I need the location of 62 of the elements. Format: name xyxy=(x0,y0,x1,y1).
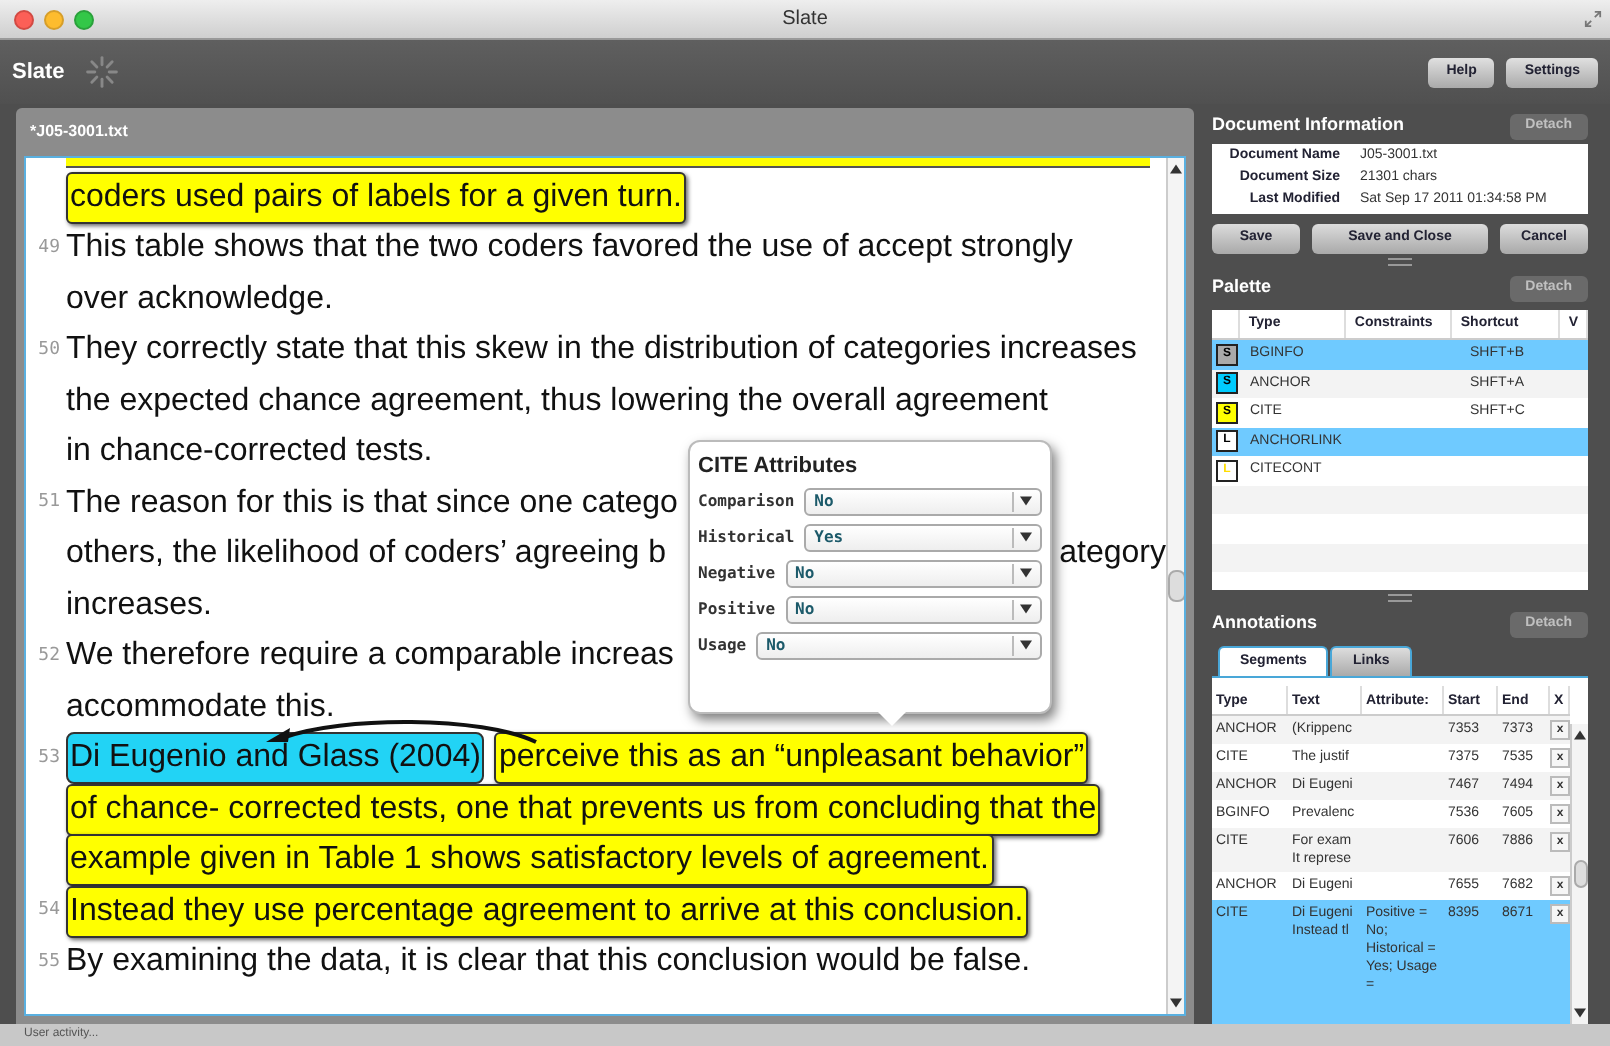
minimize-button[interactable] xyxy=(44,10,64,30)
fullscreen-icon[interactable] xyxy=(1584,10,1602,28)
text-line: ategory xyxy=(1059,534,1166,575)
line-number: 52 xyxy=(38,643,60,669)
caret-icon xyxy=(1574,1008,1586,1018)
popup-title: CITE Attributes xyxy=(698,452,860,482)
splitter-handle[interactable] xyxy=(1388,258,1412,266)
document-tab-title: *J05-3001.txt xyxy=(30,120,128,144)
text-line: By examining the data, it is clear that this conclusion would be false. xyxy=(66,942,1031,983)
caret-icon xyxy=(1020,604,1032,614)
text-line: This table shows that the two coders favored the use of accept strongly xyxy=(66,228,1073,269)
panel-title: Annotations xyxy=(1212,610,1317,637)
app-name: Slate xyxy=(12,57,65,88)
cite-highlight[interactable]: example given in Table 1 shows satisfactory levels of agreement. xyxy=(66,834,993,887)
line-number: 54 xyxy=(38,898,60,924)
cite-highlight[interactable]: Instead they use percentage agreement to arrive at this conclusion. xyxy=(66,885,1028,938)
panel-title: Palette xyxy=(1212,274,1272,301)
line-number: 55 xyxy=(38,949,60,975)
line-number: 49 xyxy=(38,235,60,261)
splitter-handle[interactable] xyxy=(1388,594,1412,602)
attribute-select[interactable]: No xyxy=(785,595,1042,623)
caret-icon xyxy=(1170,998,1182,1008)
scroll-thumb[interactable] xyxy=(1167,570,1184,602)
caret-icon xyxy=(1020,568,1032,578)
attribute-label: Usage xyxy=(698,633,747,657)
panel-title: Document Information xyxy=(1212,112,1404,139)
cite-highlight[interactable]: perceive this as an “unpleasant behavior” xyxy=(494,732,1089,785)
text-line: others, the likelihood of coders’ agreeing b xyxy=(66,534,667,575)
up-arrow-icon xyxy=(1170,164,1182,174)
caret-icon xyxy=(1020,496,1032,506)
attribute-select[interactable]: No xyxy=(756,631,1042,659)
attribute-select[interactable]: No xyxy=(785,559,1042,587)
close-button[interactable] xyxy=(14,10,34,30)
spinner-icon xyxy=(84,54,121,90)
line-number: 51 xyxy=(38,490,60,516)
scroll-thumb[interactable] xyxy=(1573,860,1587,888)
caret-icon xyxy=(1020,640,1032,650)
attribute-label: Historical xyxy=(698,525,795,549)
attribute-select[interactable]: Yes xyxy=(804,523,1042,551)
text-line: in chance-corrected tests. xyxy=(66,432,433,473)
text-line: increases. xyxy=(66,585,212,626)
attribute-select[interactable]: No xyxy=(804,487,1042,515)
anchor-highlight[interactable]: Di Eugenio and Glass (2004) xyxy=(66,732,485,785)
window-title: Slate xyxy=(782,6,828,34)
line-number: 50 xyxy=(38,337,60,363)
attribute-label: Positive xyxy=(698,597,776,621)
zoom-button[interactable] xyxy=(74,10,94,30)
text-line: over acknowledge. xyxy=(66,279,333,320)
text-line: accommodate this. xyxy=(66,687,335,728)
line-number: 53 xyxy=(38,745,60,771)
caret-icon xyxy=(1020,532,1032,542)
text-line: We therefore require a comparable increas xyxy=(66,636,674,677)
attribute-label: Negative xyxy=(698,561,776,585)
text-line: The reason for this is that since one catego xyxy=(66,483,678,524)
scrollbar[interactable] xyxy=(1166,158,1184,1014)
cite-highlight[interactable]: of chance- corrected tests, one that prevents us from concluding that the xyxy=(66,783,1101,836)
text-line: the expected chance agreement, thus lowering the overall agreement xyxy=(66,381,1048,422)
scrollbar[interactable] xyxy=(1570,724,1588,1024)
cite-highlight[interactable]: coders used pairs of labels for a given turn. xyxy=(66,171,686,224)
attribute-label: Comparison xyxy=(698,489,795,513)
text-line: They correctly state that this skew in the distribution of categories increases xyxy=(66,330,1137,371)
up-arrow-icon xyxy=(1574,730,1586,740)
